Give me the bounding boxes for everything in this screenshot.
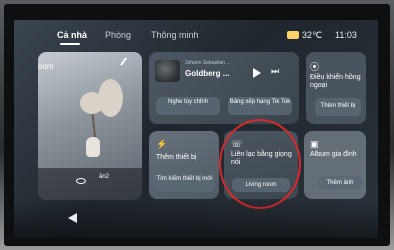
ir-control-title: Điều khiển hồng ngoại	[310, 74, 361, 89]
add-device-title: Thêm thiết bị	[156, 154, 197, 161]
temperature: 32℃	[302, 30, 323, 40]
plant-blossom-small	[80, 92, 104, 114]
photo-icon: ▣	[310, 139, 319, 149]
family-album-title: Album gia đình	[310, 151, 357, 158]
remote-icon: ⦿	[310, 62, 320, 72]
active-tab-indicator	[60, 43, 80, 45]
room-card-title: oom	[38, 62, 54, 71]
tab-thong-minh[interactable]: Thông minh	[151, 30, 199, 40]
tab-phong[interactable]: Phòng	[105, 30, 131, 40]
add-photo-button[interactable]: Thêm ảnh	[318, 176, 362, 190]
album-art[interactable]	[155, 60, 180, 82]
photo-card-footer	[38, 168, 142, 200]
eye-icon[interactable]	[76, 178, 86, 184]
search-device-button[interactable]: Tìm kiếm thiết bị mới	[154, 174, 215, 192]
device-icon: ⚡	[156, 139, 168, 149]
red-annotation-circle	[219, 119, 301, 209]
song-title: Goldberg ...	[185, 69, 230, 78]
photo-card-button[interactable]: ản2	[99, 174, 109, 180]
vase	[86, 137, 100, 157]
artist-name: Johann Sebastian ...	[185, 60, 231, 66]
tiktok-chart-button[interactable]: Bảng xếp hạng Tik Tok	[228, 97, 292, 115]
next-icon[interactable]: ⏭	[271, 66, 279, 77]
ir-add-device-button[interactable]: Thêm thiết bị	[315, 98, 361, 116]
back-icon[interactable]	[68, 213, 77, 223]
custom-listen-button[interactable]: Nghe tùy chỉnh	[156, 97, 220, 115]
clock: 11:03	[335, 30, 357, 40]
sun-icon	[287, 31, 299, 39]
tab-ca-nha[interactable]: Cả nhà	[57, 30, 87, 40]
play-icon[interactable]	[253, 68, 261, 78]
